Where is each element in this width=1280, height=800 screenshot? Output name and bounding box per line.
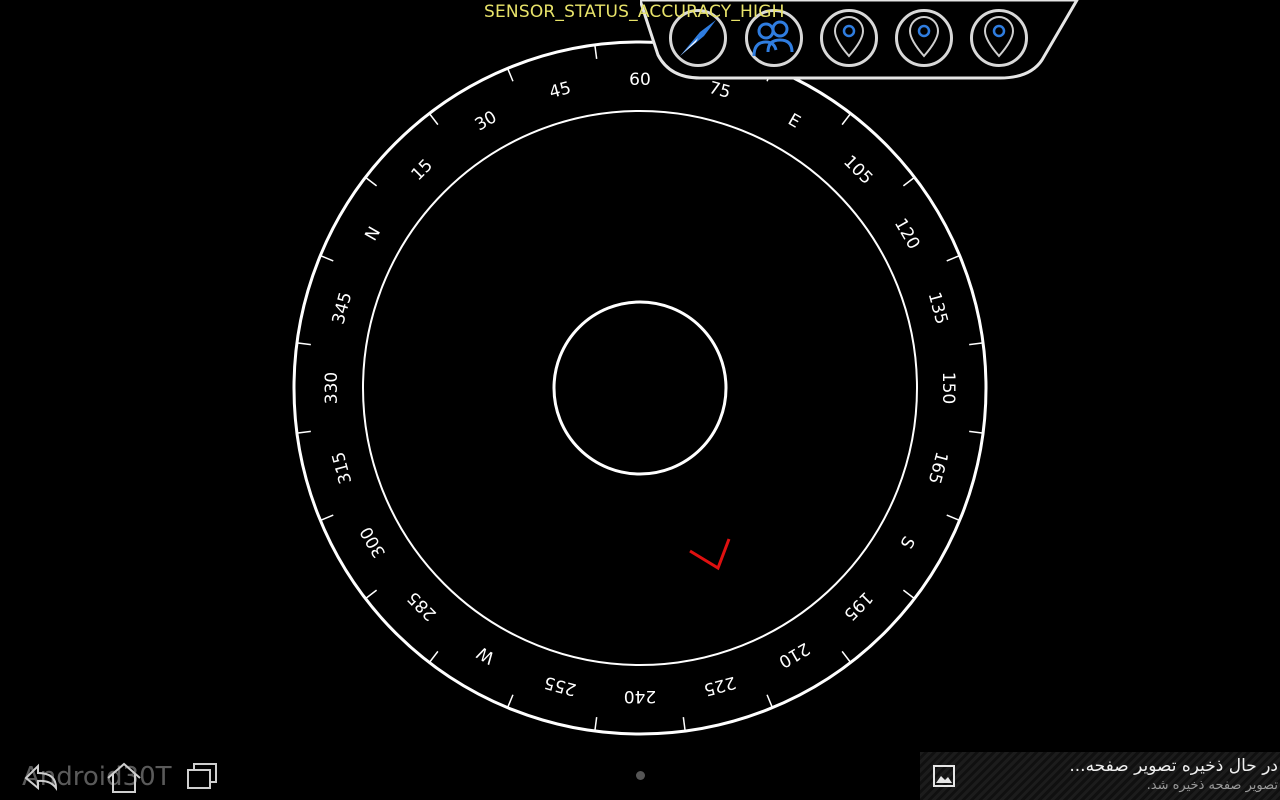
dial-label: 225 — [701, 672, 738, 700]
compass-screen: N 15 30 45 60 75 E 105 120 135 150 165 S 195 210 225 240… — [0, 0, 1280, 800]
sensor-status-text: SENSOR_STATUS_ACCURACY_HIGH — [484, 2, 785, 22]
dial-tick — [320, 254, 334, 262]
dial-tick — [766, 694, 774, 708]
location-pin-icon — [908, 16, 940, 58]
dial-tick — [428, 650, 439, 663]
location-button-1[interactable] — [820, 9, 878, 67]
dial-label: 150 — [938, 372, 958, 404]
compass-dial: N153045 60 75E105120135150165S195210225240… — [292, 40, 988, 736]
dial-tick — [946, 514, 960, 522]
inner-ring — [552, 300, 728, 476]
dial-tick — [296, 342, 311, 346]
page-indicator-dot — [636, 771, 645, 780]
dial-tick — [428, 113, 439, 126]
notification-subtitle: تصویر صفحه ذخیره شد. — [1146, 778, 1278, 793]
dial-label: E — [784, 110, 803, 133]
location-button-3[interactable] — [970, 9, 1028, 67]
middle-ring — [362, 110, 918, 666]
dial-tick — [946, 254, 960, 262]
dial-tick — [969, 430, 984, 434]
dial-label: 30 — [472, 107, 501, 135]
dial-tick — [506, 68, 514, 82]
location-pin-icon — [983, 16, 1015, 58]
dial-tick — [320, 514, 334, 522]
dial-label: 285 — [404, 587, 441, 624]
dial-label: W — [474, 642, 499, 668]
back-button[interactable] — [20, 758, 64, 798]
dial-label: 120 — [890, 215, 924, 253]
dial-tick — [365, 176, 378, 187]
location-button-2[interactable] — [895, 9, 953, 67]
recent-apps-icon — [187, 763, 217, 789]
notification-title: در حال ذخیره تصویر صفحه... — [1069, 756, 1278, 776]
dial-label: 300 — [356, 523, 390, 561]
location-pin-icon — [833, 16, 865, 58]
dial-label: 105 — [839, 152, 876, 189]
home-button[interactable] — [102, 758, 146, 798]
system-navbar — [20, 758, 240, 798]
dial-label: 210 — [775, 638, 813, 672]
dial-label: 345 — [329, 290, 357, 327]
dial-label: 45 — [547, 78, 573, 103]
image-icon — [933, 765, 955, 787]
dial-tick — [365, 589, 378, 600]
outer-ring — [292, 40, 988, 736]
dial-tick — [902, 176, 915, 187]
screenshot-notification[interactable]: در حال ذخیره تصویر صفحه... تصویر صفحه ذخ… — [920, 752, 1280, 800]
dial-label: N — [361, 223, 385, 244]
dial-label: 15 — [407, 155, 436, 184]
heading-marker — [689, 538, 731, 571]
dial-tick — [969, 342, 984, 346]
dial-label: 195 — [839, 587, 876, 624]
dial-label: 240 — [624, 686, 656, 706]
dial-label: 135 — [924, 290, 952, 327]
dial-tick — [841, 113, 852, 126]
dial-label: S — [895, 532, 918, 551]
recent-apps-button[interactable] — [180, 758, 224, 798]
dial-tick — [682, 717, 686, 732]
home-icon — [107, 762, 141, 793]
dial-tick — [506, 694, 514, 708]
dial-label: 255 — [542, 672, 579, 700]
dial-tick — [594, 717, 598, 732]
dial-tick — [902, 589, 915, 600]
dial-tick — [841, 650, 852, 663]
dial-tick — [594, 44, 598, 59]
dial-tick — [296, 430, 311, 434]
dial-label: 315 — [329, 449, 357, 486]
dial-label: 165 — [924, 449, 952, 486]
dial-label: 330 — [322, 372, 342, 404]
back-icon — [24, 763, 58, 791]
